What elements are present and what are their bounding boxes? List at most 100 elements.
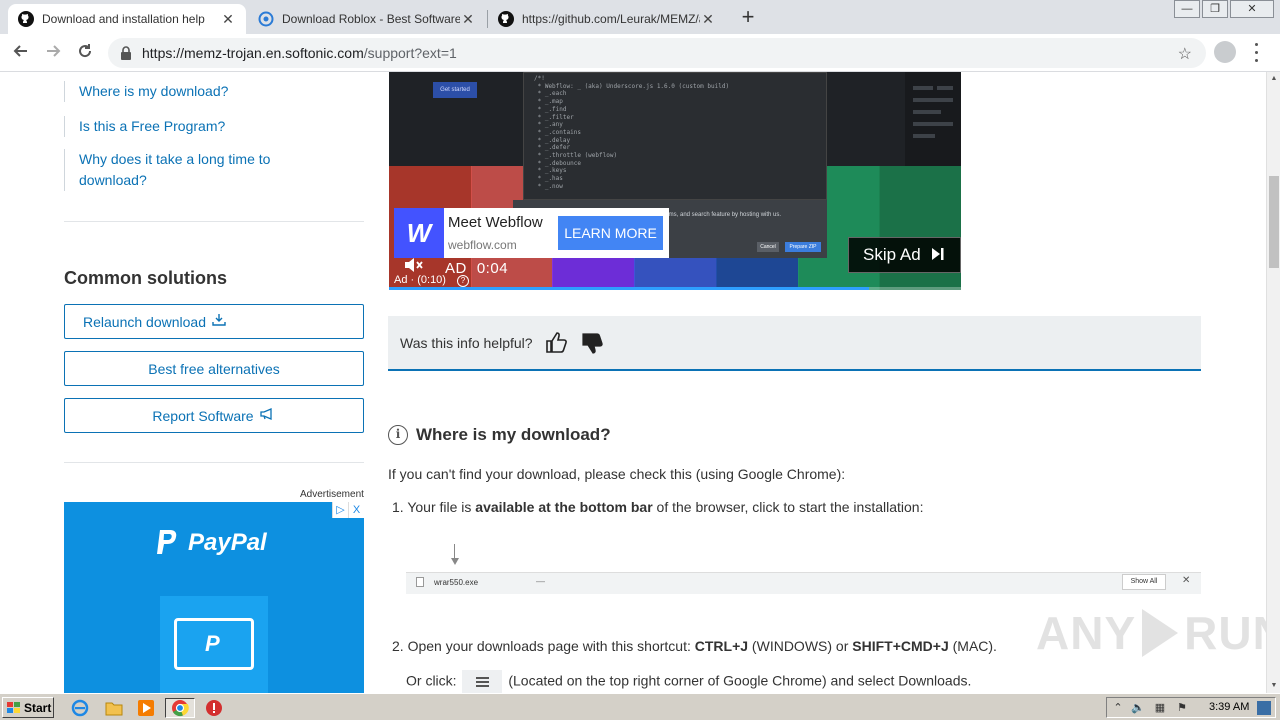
step-number: 1. <box>392 499 404 515</box>
step-text: Open your downloads page with this short… <box>407 638 695 654</box>
advertisement-label: Advertisement <box>300 489 364 500</box>
arrow-right-icon <box>47 45 61 57</box>
webflow-ad-card[interactable]: W Meet Webflow webflow.com LEARN MORE <box>394 208 669 258</box>
play-triangle-icon <box>1142 609 1179 657</box>
tab-download-help[interactable]: Download and installation help ✕ <box>8 4 246 34</box>
helpful-question: Was this info helpful? <box>400 334 533 351</box>
flag-icon[interactable]: ⚑ <box>1175 701 1189 715</box>
tab-roblox[interactable]: Download Roblox - Best Software & ✕ <box>248 4 486 34</box>
step-3: Or click: (Located on the top right corn… <box>406 670 971 693</box>
download-bar-illustration: wrar550.exe — Show All ✕ <box>406 544 1201 594</box>
report-label: Report Software <box>152 407 254 424</box>
stop-icon[interactable] <box>204 698 224 718</box>
tab-title: Download and installation help <box>42 12 205 26</box>
paypal-wordmark: PayPal <box>188 529 267 556</box>
window-close-button[interactable]: ✕ <box>1230 0 1274 18</box>
url-host: https://memz-trojan.en.softonic.com <box>142 45 364 61</box>
close-icon[interactable]: ✕ <box>700 11 716 27</box>
step-text: (WINDOWS) or <box>748 638 853 654</box>
code-line: * _.now <box>534 182 563 190</box>
code-line: * _.find <box>534 105 567 113</box>
video-chip: Get started <box>433 82 477 98</box>
arrow-left-icon <box>13 45 27 57</box>
article-intro: If you can't find your download, please … <box>388 466 846 482</box>
code-line: * _.keys <box>534 167 567 175</box>
watermark-right: RUN <box>1184 607 1266 659</box>
restore-button[interactable]: ❐ <box>1202 0 1228 18</box>
faq-link-long-time[interactable]: Why does it take a long time to download… <box>64 149 294 191</box>
thumbs-down-icon[interactable] <box>581 331 605 355</box>
page-scrollbar[interactable]: ▲ ▼ <box>1266 72 1280 693</box>
tab-github-memz[interactable]: https://github.com/Leurak/MEMZ/ar ✕ <box>488 4 726 34</box>
reload-button[interactable] <box>72 40 98 66</box>
profile-avatar-icon[interactable] <box>1214 41 1236 63</box>
back-button[interactable] <box>8 40 34 66</box>
thumbs-up-icon[interactable] <box>545 331 569 355</box>
common-solutions-heading: Common solutions <box>64 268 227 288</box>
divider <box>64 221 364 222</box>
step-text: Your file is <box>407 499 476 515</box>
ad-close-icon[interactable]: X <box>348 502 364 518</box>
taskbar-clock: 3:39 AM <box>1209 701 1250 713</box>
relaunch-label: Relaunch download <box>83 313 206 330</box>
chevron-up-icon[interactable]: ⌃ <box>1111 701 1125 715</box>
code-line: * _.contains <box>534 128 581 136</box>
close-icon[interactable]: ✕ <box>220 11 236 27</box>
address-bar[interactable]: https://memz-trojan.en.softonic.com/supp… <box>108 38 1206 68</box>
speaker-muted-icon <box>405 258 423 272</box>
ad-progress-bar <box>389 287 961 290</box>
step-text: of the browser, click to start the insta… <box>652 499 924 515</box>
relaunch-download-button[interactable]: Relaunch download <box>64 304 364 339</box>
skip-ad-button[interactable]: Skip Ad <box>848 237 961 273</box>
advertiser-title: Meet Webflow <box>448 214 543 231</box>
code-line: * _.debounce <box>534 159 581 167</box>
tab-title: https://github.com/Leurak/MEMZ/ar <box>522 12 700 26</box>
code-line: * _.filter <box>534 113 574 121</box>
adchoices-badge[interactable]: ▷ X <box>332 502 364 518</box>
step-text: (MAC). <box>948 638 997 654</box>
learn-more-button[interactable]: LEARN MORE <box>558 216 663 250</box>
folder-icon[interactable] <box>104 698 124 718</box>
github-icon <box>18 11 34 27</box>
laptop-icon: P <box>174 618 254 670</box>
download-filename: wrar550.exe <box>434 577 479 587</box>
best-alternatives-button[interactable]: Best free alternatives <box>64 351 364 386</box>
video-ad-player[interactable]: Get started /*! * Webflow: _ (aka) Under… <box>389 72 961 290</box>
bookmark-star-icon[interactable]: ☆ <box>1178 44 1192 64</box>
info-icon: i <box>388 425 408 445</box>
article-heading: i Where is my download? <box>388 425 611 445</box>
scrollbar-thumb[interactable] <box>1269 176 1279 268</box>
internet-explorer-icon[interactable] <box>70 698 90 718</box>
adchoices-icon[interactable]: ▷ <box>332 502 348 518</box>
help-icon[interactable]: ? <box>457 275 469 287</box>
scroll-down-icon[interactable]: ▼ <box>1267 679 1280 693</box>
faq-link-where-download[interactable]: Where is my download? <box>64 81 364 102</box>
start-label: Start <box>24 700 52 715</box>
start-button[interactable]: Start <box>2 697 54 718</box>
code-line: * _.each <box>534 90 567 98</box>
chrome-taskbar-icon[interactable] <box>165 698 195 718</box>
step-bold: available at the bottom bar <box>475 499 653 515</box>
code-line: * _.throttle (webflow) <box>534 152 618 160</box>
download-file: wrar550.exe <box>416 577 478 587</box>
code-line: * _.has <box>534 175 563 183</box>
paypal-logo: PayPal <box>154 528 267 558</box>
report-software-button[interactable]: Report Software <box>64 398 364 433</box>
ad-timer: AD 0:04 <box>445 260 508 277</box>
speaker-icon[interactable]: 🔈 <box>1131 701 1145 715</box>
media-player-icon[interactable] <box>136 698 156 718</box>
menu-dots-icon[interactable] <box>1252 40 1260 64</box>
show-desktop-icon[interactable] <box>1257 701 1271 715</box>
paypal-banner-ad[interactable]: ▷ X PayPal P <box>64 502 364 693</box>
minimize-button[interactable]: — <box>1174 0 1200 18</box>
laptop-illustration: P <box>160 596 268 693</box>
close-icon: ✕ <box>1182 575 1191 586</box>
forward-button[interactable] <box>40 40 66 66</box>
windows-taskbar: Start ⌃ 🔈 ▦ ⚑ 3:39 AM <box>0 693 1280 720</box>
faq-link-free-program[interactable]: Is this a Free Program? <box>64 116 364 137</box>
new-tab-button[interactable]: + <box>736 6 760 30</box>
close-icon[interactable]: ✕ <box>460 11 476 27</box>
network-icon[interactable]: ▦ <box>1153 701 1167 715</box>
scroll-up-icon[interactable]: ▲ <box>1267 72 1280 86</box>
step-text: Or click: <box>406 672 461 689</box>
